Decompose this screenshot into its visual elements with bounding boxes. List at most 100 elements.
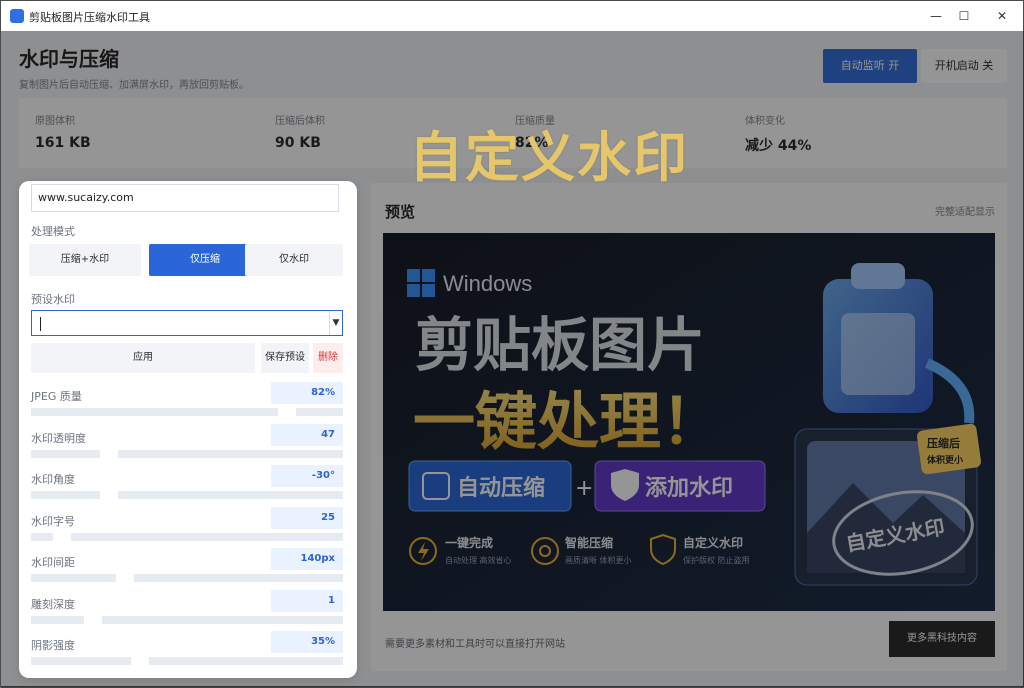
overlay-title: 自定义水印 [409, 126, 689, 189]
auto-compress-badge: 自动压缩 [408, 460, 572, 512]
text-caret [40, 317, 41, 331]
badge-line-1: 压缩后 [927, 436, 960, 450]
slider-fill [31, 449, 100, 458]
slider-track[interactable] [31, 574, 343, 582]
auto-monitor-button[interactable]: 自动监听 开 [823, 49, 917, 83]
slider-fill [31, 574, 116, 582]
setting-row: 水印角度 -30° [31, 465, 343, 505]
headline-line-2: 一键处理！ [413, 385, 723, 458]
save-preset-button[interactable]: 保存预设 [261, 343, 309, 373]
mode-compress-watermark-button[interactable]: 压缩+水印 [29, 244, 141, 276]
setting-value-input[interactable]: 35% [271, 631, 343, 653]
badge-text: 自动压缩 [457, 475, 545, 501]
feature-desc: 保护版权 防止盗用 [683, 555, 750, 565]
slider-track[interactable] [31, 491, 343, 499]
add-watermark-badge: 添加水印 [594, 460, 766, 512]
setting-row: 水印字号 25 [31, 506, 343, 547]
slider-fill [31, 532, 53, 541]
stat-compressed-size: 压缩后体积 90 KB [275, 112, 325, 151]
slider-fill [31, 615, 84, 624]
slider-fill [31, 491, 100, 499]
setting-label: 水印字号 [31, 514, 75, 528]
slider-fill [31, 408, 278, 416]
page-title: 水印与压缩 [19, 47, 119, 71]
slider-rest [149, 657, 343, 665]
feature-title: 自定义水印 [683, 535, 743, 550]
slider-rest [118, 491, 343, 499]
slider-rest [296, 408, 343, 416]
stat-value: 减少 44% [745, 138, 812, 154]
setting-label: 水印透明度 [31, 431, 86, 445]
preset-label: 预设水印 [31, 293, 75, 306]
preview-title: 预览 [385, 203, 416, 221]
badge-line-2: 体积更小 [927, 454, 963, 466]
plus-symbol: + [575, 476, 593, 501]
clipboard-icon [823, 263, 933, 413]
fit-display-toggle[interactable]: 完整适配显示 [935, 203, 995, 218]
setting-label: 水印间距 [31, 556, 75, 569]
page-subtitle: 复制图片后自动压缩、加满屏水印，再放回剪贴板。 [19, 80, 249, 91]
preview-illustration: Windows 剪贴板图片 一键处理！ 自动压缩 + 添加水印 一键完成 自动处… [383, 233, 995, 611]
slider-track[interactable] [31, 615, 343, 624]
mode-watermark-only-button[interactable]: 仅水印 [245, 244, 343, 276]
stat-original-size: 原图体积 161 KB [35, 112, 91, 151]
close-button[interactable]: ✕ [992, 7, 1012, 25]
stat-size-change: 体积变化 减少 44% [745, 112, 811, 155]
preview-footer-text: 需要更多素材和工具时可以直接打开网站 [385, 639, 565, 650]
feature-desc: 自动处理 高效省心 [445, 555, 512, 565]
headline-line-1: 剪贴板图片 [415, 311, 705, 379]
setting-row: 水印透明度 47 [31, 423, 343, 464]
stat-label: 原图体积 [35, 116, 75, 127]
slider-track[interactable] [31, 657, 343, 665]
setting-value-input[interactable]: 1 [271, 589, 343, 612]
setting-value-input[interactable]: 82% [271, 382, 343, 404]
minimize-button[interactable]: — [926, 7, 946, 25]
app-icon [10, 9, 24, 23]
window-title: 剪贴板图片压缩水印工具 [29, 11, 150, 24]
setting-value-input[interactable]: 25 [271, 506, 343, 529]
setting-value-input[interactable]: 47 [271, 423, 343, 446]
autostart-button[interactable]: 开机启动 关 [921, 49, 1007, 83]
mode-label: 处理模式 [31, 225, 75, 238]
setting-row: 阴影强度 35% [31, 631, 343, 671]
slider-track[interactable] [31, 449, 343, 458]
maximize-button[interactable]: ☐ [954, 7, 974, 25]
preview-panel: 预览 完整适配显示 Windows 剪贴板图片 一键处理！ 自动压缩 + 添加水… [371, 183, 1007, 671]
preview-image: Windows 剪贴板图片 一键处理！ 自动压缩 + 添加水印 一键完成 自动处… [383, 233, 995, 611]
setting-value-input[interactable]: -30° [271, 465, 343, 487]
slider-track[interactable] [31, 408, 343, 416]
slider-rest [71, 532, 343, 541]
setting-label: 水印角度 [31, 473, 75, 486]
slider-track[interactable] [31, 532, 343, 541]
watermark-text-input[interactable]: www.sucaizy.com [31, 184, 339, 212]
chevron-down-icon[interactable]: ▼ [329, 311, 342, 335]
setting-row: JPEG 质量 82% [31, 382, 343, 422]
slider-rest [102, 615, 343, 624]
slider-fill [31, 657, 131, 665]
feature-title: 智能压缩 [564, 535, 613, 550]
title-bar: 剪贴板图片压缩水印工具 — ☐ ✕ [1, 1, 1023, 31]
stat-label: 压缩后体积 [275, 116, 325, 127]
setting-row: 雕刻深度 1 [31, 589, 343, 630]
badge-text: 添加水印 [645, 476, 733, 501]
more-content-button[interactable]: 更多黑科技内容 [889, 621, 995, 657]
setting-row: 水印间距 140px [31, 548, 343, 588]
setting-value-input[interactable]: 140px [271, 548, 343, 570]
preset-select[interactable]: ▼ [31, 310, 343, 336]
apply-button[interactable]: 应用 [31, 343, 255, 373]
stat-label: 体积变化 [745, 116, 785, 127]
setting-label: JPEG 质量 [31, 390, 82, 403]
compressed-size-badge: 压缩后 体积更小 [917, 423, 981, 475]
feature-title: 一键完成 [445, 535, 493, 550]
delete-button[interactable]: 删除 [313, 343, 343, 373]
stat-value: 161 KB [35, 135, 91, 151]
slider-rest [118, 449, 343, 458]
stat-value: 90 KB [275, 135, 321, 151]
setting-label: 雕刻深度 [31, 597, 75, 611]
slider-rest [134, 574, 343, 582]
settings-panel: www.sucaizy.com 处理模式 压缩+水印 仅压缩 仅水印 预设水印 … [19, 181, 357, 678]
windows-brand-text: Windows [443, 271, 532, 296]
feature-desc: 画质清晰 体积更小 [565, 555, 632, 565]
setting-label: 阴影强度 [31, 639, 75, 652]
app-window: 剪贴板图片压缩水印工具 — ☐ ✕ 水印与压缩 复制图片后自动压缩、加满屏水印，… [0, 0, 1024, 688]
